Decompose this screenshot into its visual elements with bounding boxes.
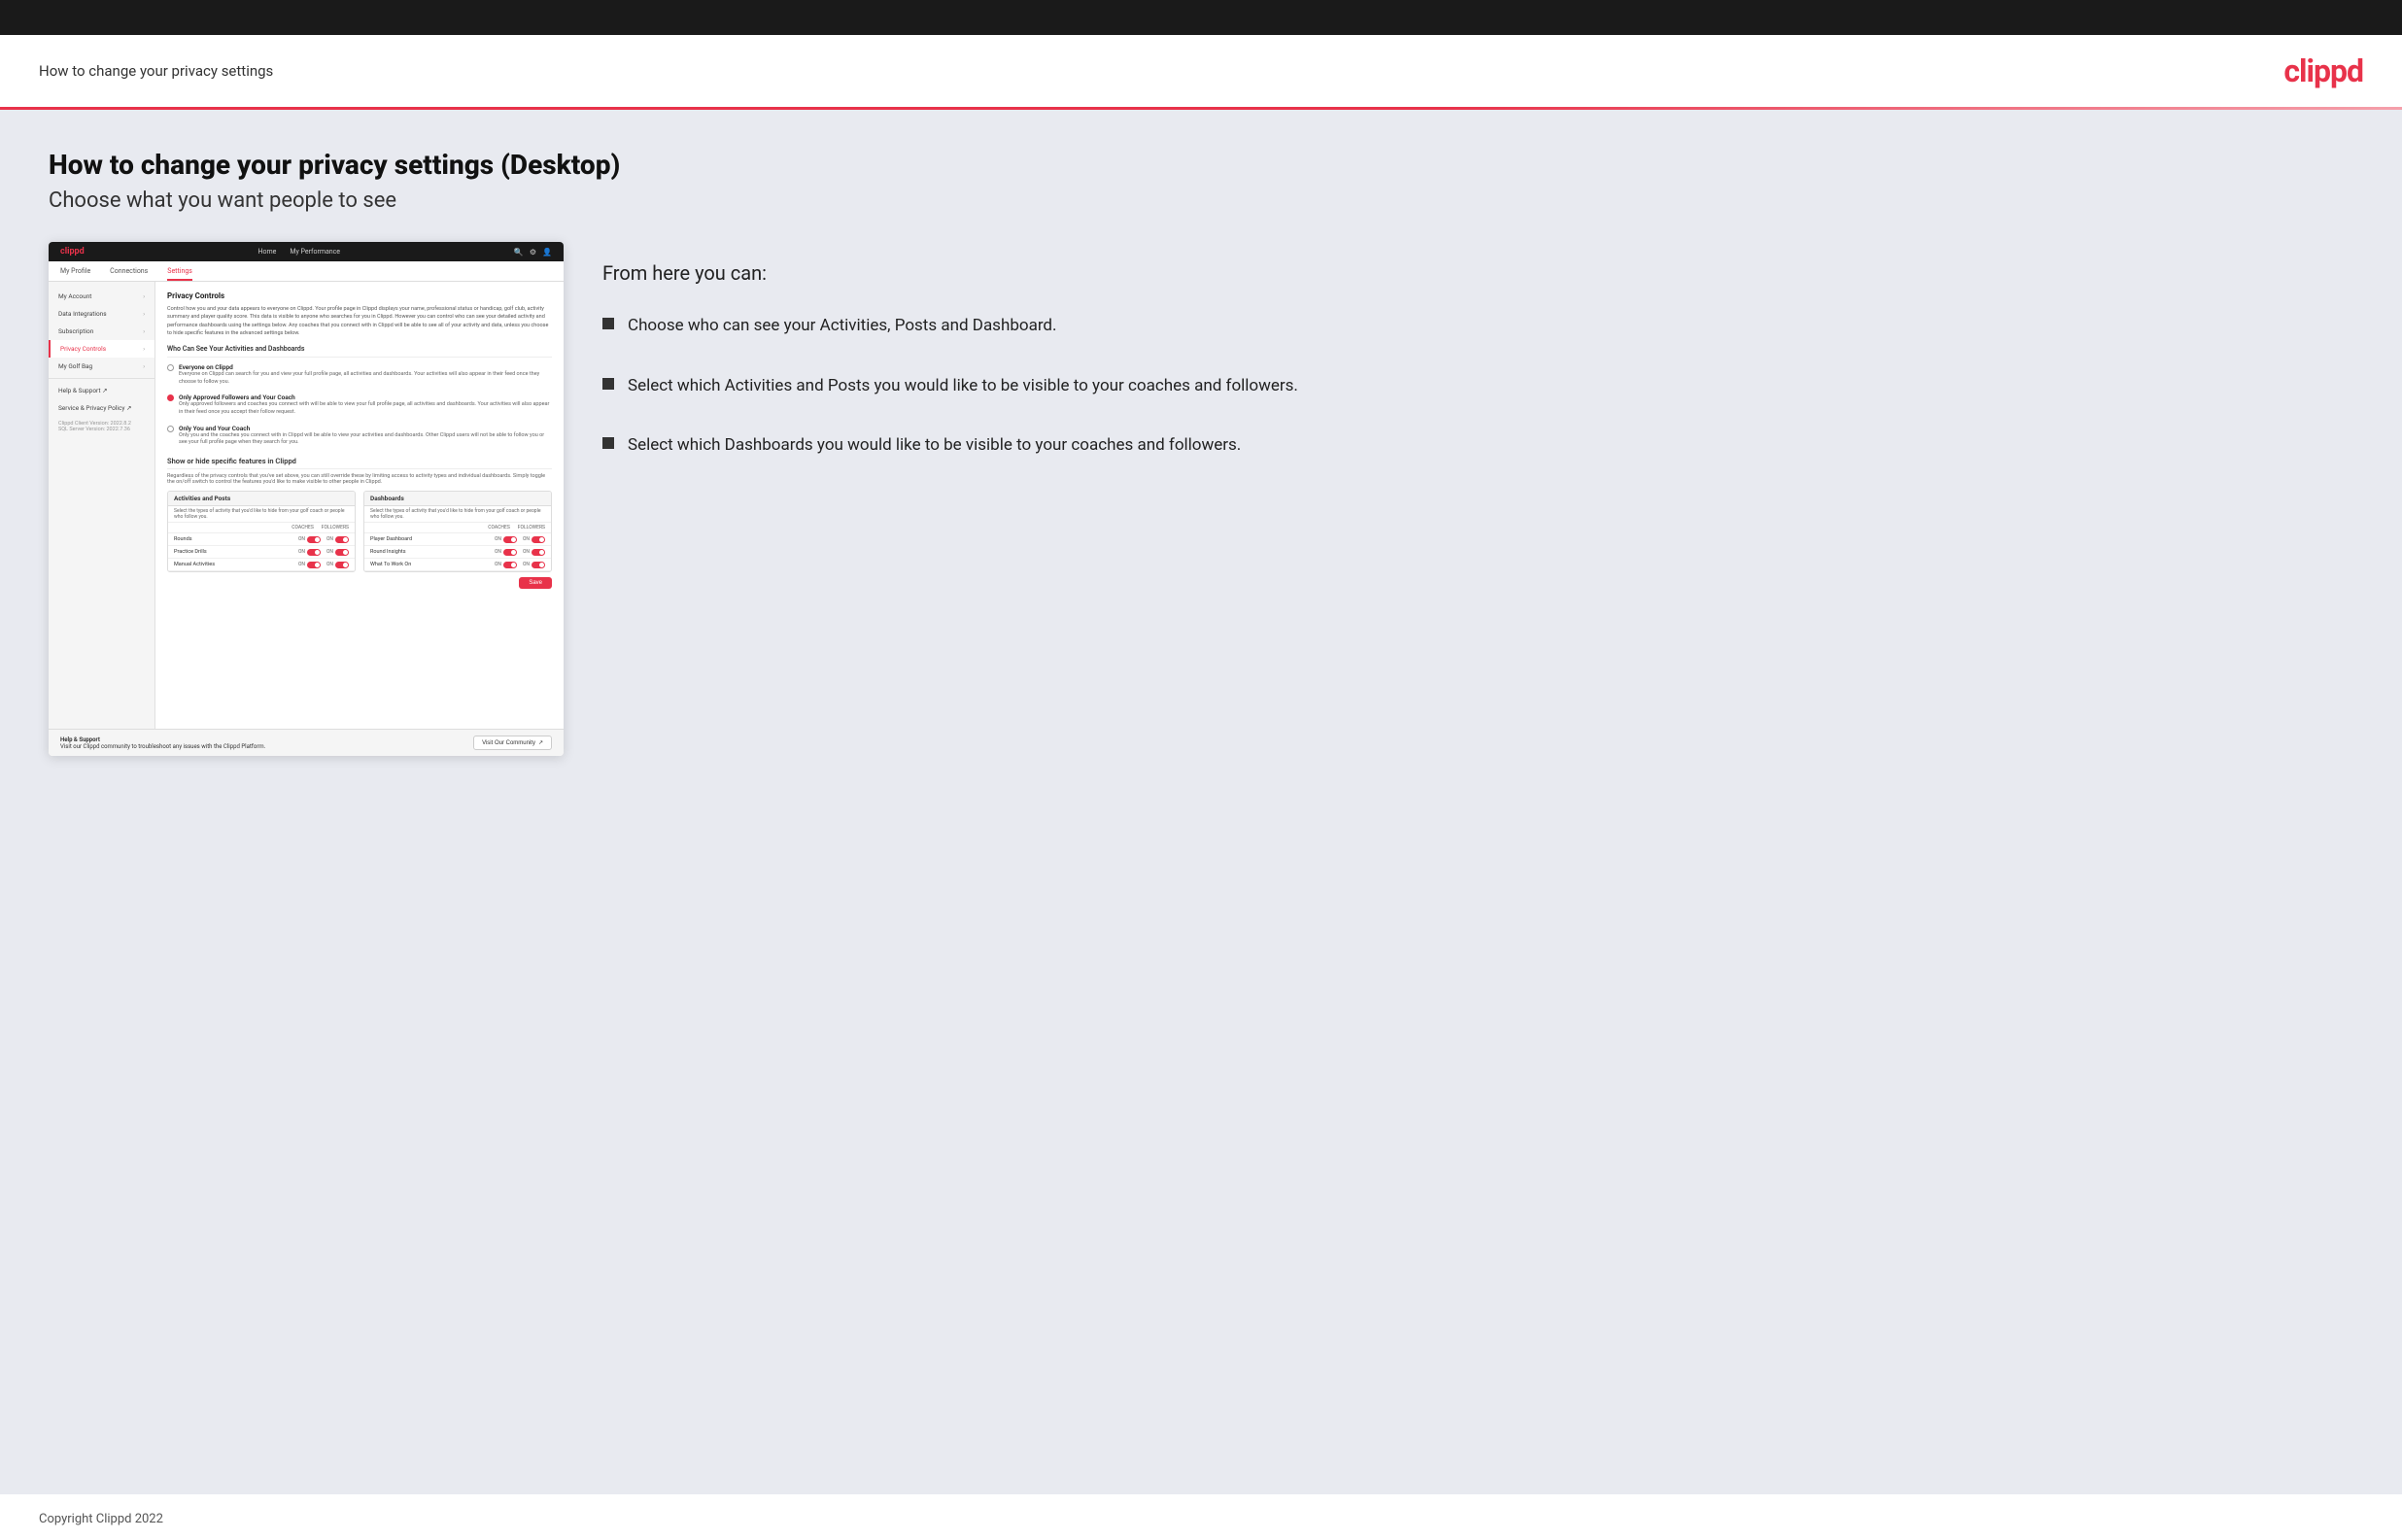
mock-navbar: clippd Home My Performance 🔍 ⚙ 👤 xyxy=(49,242,564,261)
mock-row-rounds: Rounds ON ON xyxy=(168,533,355,546)
mock-toggle xyxy=(307,549,321,556)
bullet-item-1: Choose who can see your Activities, Post… xyxy=(602,314,2353,339)
mock-dashboards-panel: Dashboards Select the types of activity … xyxy=(363,491,552,572)
mock-sub-nav: My Profile Connections Settings xyxy=(49,261,564,282)
header-title: How to change your privacy settings xyxy=(39,62,273,80)
mock-tab-settings: Settings xyxy=(167,267,192,281)
bullet-square-icon xyxy=(602,318,614,329)
mock-dashboards-cols: COACHES FOLLOWERS xyxy=(364,523,551,533)
mock-save-button[interactable]: Save xyxy=(519,577,552,589)
logo: clippd xyxy=(2283,52,2363,89)
mock-nav-home: Home xyxy=(258,248,277,256)
mock-main-panel: Privacy Controls Control how you and you… xyxy=(155,282,564,729)
mock-radio-circle xyxy=(167,426,174,432)
mock-show-hide-title: Show or hide specific features in Clippd xyxy=(167,457,552,469)
bullet-square-icon xyxy=(602,437,614,449)
mock-sidebar-golf-bag: My Golf Bag › xyxy=(49,358,154,375)
header: How to change your privacy settings clip… xyxy=(0,35,2402,107)
mock-sidebar-service: Service & Privacy Policy ↗ xyxy=(49,399,154,417)
top-bar xyxy=(0,0,2402,35)
main-content: How to change your privacy settings (Des… xyxy=(0,110,2402,1494)
page-heading: How to change your privacy settings (Des… xyxy=(49,149,2353,181)
mock-chevron-icon: › xyxy=(143,293,145,300)
mock-row-round-insights: Round Insights ON ON xyxy=(364,546,551,559)
mock-chevron-icon: › xyxy=(143,328,145,335)
mock-toggle xyxy=(335,562,349,568)
mock-toggle xyxy=(335,536,349,543)
bullet-item-2: Select which Activities and Posts you wo… xyxy=(602,374,2353,399)
right-panel: From here you can: Choose who can see yo… xyxy=(602,242,2353,494)
mock-body: My Account › Data Integrations › Subscri… xyxy=(49,282,564,729)
mock-tab-profile: My Profile xyxy=(60,267,90,281)
mock-dashboards-header: Dashboards xyxy=(364,492,551,506)
mock-two-panels: Activities and Posts Select the types of… xyxy=(167,491,552,572)
mock-sidebar-footer: Clippd Client Version: 2022.8.2 SQL Serv… xyxy=(49,417,154,436)
mock-sidebar-subscription: Subscription › xyxy=(49,323,154,340)
mock-row-manual-activities: Manual Activities ON ON xyxy=(168,559,355,571)
mock-visit-community-button[interactable]: Visit Our Community ↗ xyxy=(473,736,552,750)
mock-who-can-see-title: Who Can See Your Activities and Dashboar… xyxy=(167,345,552,358)
mock-activities-header: Activities and Posts xyxy=(168,492,355,506)
mock-radio-everyone: Everyone on Clippd Everyone on Clippd ca… xyxy=(167,363,552,386)
bullet-text-1: Choose who can see your Activities, Post… xyxy=(628,314,1057,339)
mock-toggle xyxy=(503,562,517,568)
mock-gear-icon: ⚙ xyxy=(530,248,536,257)
mock-radio-circle xyxy=(167,364,174,371)
mock-radio-followers: Only Approved Followers and Your Coach O… xyxy=(167,394,552,416)
mock-dashboards-desc: Select the types of activity that you'd … xyxy=(364,506,551,523)
mock-chevron-icon: › xyxy=(143,311,145,318)
mock-activities-desc: Select the types of activity that you'd … xyxy=(168,506,355,523)
mock-privacy-desc: Control how you and your data appears to… xyxy=(167,305,552,337)
mock-activities-panel: Activities and Posts Select the types of… xyxy=(167,491,356,572)
mock-row-practice-drills: Practice Drills ON ON xyxy=(168,546,355,559)
mock-help-title: Help & Support xyxy=(60,736,265,743)
mock-sidebar-divider xyxy=(49,378,154,379)
mock-user-icon: 👤 xyxy=(542,248,552,257)
bullet-square-icon xyxy=(602,378,614,390)
mock-sidebar-privacy-controls: Privacy Controls › xyxy=(49,340,154,358)
mock-toggle xyxy=(307,536,321,543)
mock-row-player-dashboard: Player Dashboard ON ON xyxy=(364,533,551,546)
mock-toggle xyxy=(503,536,517,543)
mock-search-icon: 🔍 xyxy=(514,248,524,257)
mock-chevron-icon: › xyxy=(143,363,145,370)
footer-text: Copyright Clippd 2022 xyxy=(39,1512,163,1526)
mock-toggle xyxy=(503,549,517,556)
mock-toggle xyxy=(307,562,321,568)
mock-chevron-icon: › xyxy=(143,346,145,353)
mock-radio-only-you: Only You and Your Coach Only you and the… xyxy=(167,425,552,447)
mock-toggle xyxy=(532,536,545,543)
mock-help-bar: Help & Support Visit our Clippd communit… xyxy=(49,729,564,756)
mock-nav-performance: My Performance xyxy=(290,248,340,256)
mock-nav-icons: 🔍 ⚙ 👤 xyxy=(514,248,552,257)
mock-show-hide-desc: Regardless of the privacy controls that … xyxy=(167,473,552,485)
page-subheading: Choose what you want people to see xyxy=(49,188,2353,213)
bullet-text-3: Select which Dashboards you would like t… xyxy=(628,433,1241,459)
from-here-text: From here you can: xyxy=(602,261,2353,285)
mock-sidebar: My Account › Data Integrations › Subscri… xyxy=(49,282,155,729)
mock-sidebar-data-integrations: Data Integrations › xyxy=(49,305,154,323)
mock-activities-cols: COACHES FOLLOWERS xyxy=(168,523,355,533)
mock-nav-links: Home My Performance xyxy=(258,248,341,256)
two-col-layout: clippd Home My Performance 🔍 ⚙ 👤 My Prof… xyxy=(49,242,2353,756)
mock-toggle xyxy=(335,549,349,556)
bullet-text-2: Select which Activities and Posts you wo… xyxy=(628,374,1298,399)
mock-row-what-to-work-on: What To Work On ON ON xyxy=(364,559,551,571)
bullet-item-3: Select which Dashboards you would like t… xyxy=(602,433,2353,459)
mock-show-hide-section: Show or hide specific features in Clippd… xyxy=(167,457,552,592)
mock-privacy-title: Privacy Controls xyxy=(167,291,552,300)
mock-sidebar-account: My Account › xyxy=(49,288,154,305)
mock-external-link-icon: ↗ xyxy=(538,739,543,746)
mock-toggle xyxy=(532,562,545,568)
mock-logo: clippd xyxy=(60,247,85,257)
mock-radio-circle-selected xyxy=(167,394,174,401)
mock-help-desc: Visit our Clippd community to troublesho… xyxy=(60,743,265,750)
bullet-list: Choose who can see your Activities, Post… xyxy=(602,314,2353,459)
mock-tab-connections: Connections xyxy=(110,267,148,281)
mock-sidebar-help: Help & Support ↗ xyxy=(49,382,154,399)
mock-toggle xyxy=(532,549,545,556)
screenshot-mockup: clippd Home My Performance 🔍 ⚙ 👤 My Prof… xyxy=(49,242,564,756)
mock-save-row: Save xyxy=(167,572,552,592)
footer: Copyright Clippd 2022 xyxy=(0,1494,2402,1540)
